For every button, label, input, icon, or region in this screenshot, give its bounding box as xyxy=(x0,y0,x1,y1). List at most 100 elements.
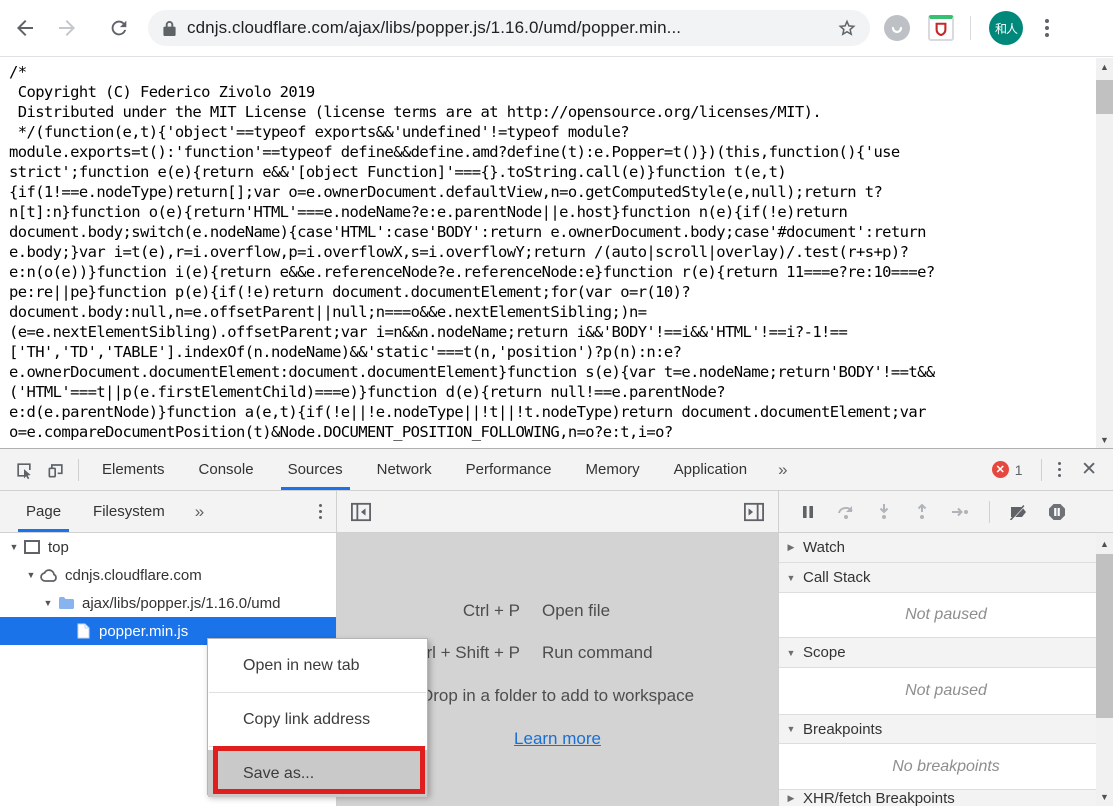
sidebar-scrollbar-thumb[interactable] xyxy=(1096,554,1113,718)
navigator-tab-filesystem[interactable]: Filesystem xyxy=(77,491,181,532)
inspect-cursor-icon xyxy=(14,460,34,480)
device-toolbar-icon xyxy=(46,460,66,480)
tree-row-folder[interactable]: ▼ ajax/libs/popper.js/1.16.0/umd xyxy=(0,589,336,617)
cloud-icon xyxy=(39,569,59,582)
tab-elements[interactable]: Elements xyxy=(85,449,182,490)
tab-performance[interactable]: Performance xyxy=(449,449,569,490)
breakpoints-status: No breakpoints xyxy=(779,744,1113,790)
hide-debugger-button[interactable] xyxy=(738,498,770,526)
tab-application[interactable]: Application xyxy=(657,449,764,490)
menu-item-save-as[interactable]: Save as... xyxy=(208,750,427,797)
section-breakpoints[interactable]: ▼ Breakpoints xyxy=(779,715,1113,744)
sidebar-scrollbar[interactable]: ▲ ▼ xyxy=(1096,533,1113,806)
section-call-stack[interactable]: ▼ Call Stack xyxy=(779,563,1113,593)
refresh-button[interactable] xyxy=(102,11,136,45)
menu-item-copy-link-address[interactable]: Copy link address xyxy=(208,693,427,746)
page-scrollbar[interactable]: ▲ ▼ xyxy=(1096,58,1113,448)
tabbar-divider xyxy=(78,459,79,481)
menu-item-open-in-new-tab[interactable]: Open in new tab xyxy=(208,639,427,692)
shortcut-open-file: Ctrl + P Open file xyxy=(337,601,778,621)
menu-divider xyxy=(209,746,426,747)
pause-script-button[interactable] xyxy=(793,498,823,526)
devtools-panel: Elements Console Sources Network Perform… xyxy=(0,448,1113,806)
debug-toolbar-divider xyxy=(989,501,990,523)
shortcut-action: Run command xyxy=(542,643,653,663)
navigator-menu-button[interactable] xyxy=(309,500,333,524)
folder-icon xyxy=(56,596,76,610)
error-badge-icon[interactable]: ✕ xyxy=(992,461,1009,478)
tab-sources[interactable]: Sources xyxy=(271,449,360,490)
devtools-second-row: Page Filesystem » xyxy=(0,491,1113,533)
debugger-toolbar xyxy=(778,491,1113,533)
url-bar[interactable]: cdnjs.cloudflare.com/ajax/libs/popper.js… xyxy=(148,10,870,46)
red-shield-extension-icon xyxy=(928,15,954,41)
expand-arrow-icon[interactable]: ▼ xyxy=(23,570,39,580)
tree-row-domain[interactable]: ▼ cdnjs.cloudflare.com xyxy=(0,561,336,589)
toolbar-divider xyxy=(970,16,971,40)
expand-arrow-icon[interactable]: ▼ xyxy=(40,598,56,608)
error-count[interactable]: 1 xyxy=(1015,462,1023,478)
panel-expand-right-icon xyxy=(743,502,765,522)
tabbar-right-controls: ✕ 1 ✕ xyxy=(992,458,1113,482)
url-text[interactable]: cdnjs.cloudflare.com/ajax/libs/popper.js… xyxy=(187,18,836,38)
deactivate-breakpoints-icon xyxy=(1009,504,1029,520)
tab-memory[interactable]: Memory xyxy=(569,449,657,490)
step-out-icon xyxy=(915,504,929,520)
tab-network[interactable]: Network xyxy=(360,449,449,490)
navigator-more-tabs-button[interactable]: » xyxy=(181,502,218,522)
step-icon xyxy=(951,506,969,518)
step-into-icon xyxy=(877,504,891,520)
extension-button-1[interactable] xyxy=(882,13,912,43)
lock-icon xyxy=(162,20,177,37)
shortcut-action: Open file xyxy=(542,601,610,621)
pause-on-exceptions-button[interactable] xyxy=(1042,498,1072,526)
navigator-header: Page Filesystem » xyxy=(0,491,337,533)
section-scope[interactable]: ▼ Scope xyxy=(779,638,1113,668)
expanded-arrow-icon: ▼ xyxy=(779,573,803,583)
extensions-area: 和人 xyxy=(882,11,1055,45)
scroll-up-arrow-icon[interactable]: ▲ xyxy=(1096,535,1113,552)
devtools-tabbar: Elements Console Sources Network Perform… xyxy=(0,449,1113,491)
devtools-menu-button[interactable] xyxy=(1048,458,1072,482)
scroll-down-arrow-icon[interactable]: ▼ xyxy=(1096,431,1113,448)
forward-button[interactable] xyxy=(50,11,84,45)
scroll-down-arrow-icon[interactable]: ▼ xyxy=(1096,788,1113,805)
extension-button-2[interactable] xyxy=(926,13,956,43)
tab-console[interactable]: Console xyxy=(182,449,271,490)
gray-extension-icon xyxy=(884,15,910,41)
editor-toolbar xyxy=(337,491,778,533)
step-out-button[interactable] xyxy=(907,498,937,526)
bookmark-star-icon[interactable] xyxy=(836,17,858,39)
minified-source-code: /* Copyright (C) Federico Zivolo 2019 Di… xyxy=(9,62,1093,442)
scope-status: Not paused xyxy=(779,668,1113,715)
step-over-button[interactable] xyxy=(831,498,861,526)
browser-menu-button[interactable] xyxy=(1039,13,1055,43)
page-content: /* Copyright (C) Federico Zivolo 2019 Di… xyxy=(0,58,1113,448)
collapsed-arrow-icon: ▶ xyxy=(779,542,803,553)
back-button[interactable] xyxy=(8,11,42,45)
inspect-element-button[interactable] xyxy=(8,456,40,484)
expanded-arrow-icon: ▼ xyxy=(779,724,803,734)
forward-arrow-icon xyxy=(55,16,79,40)
profile-avatar[interactable]: 和人 xyxy=(989,11,1023,45)
scroll-up-arrow-icon[interactable]: ▲ xyxy=(1096,58,1113,75)
navigator-tab-page[interactable]: Page xyxy=(10,491,77,532)
hide-navigator-button[interactable] xyxy=(345,498,377,526)
page-scrollbar-thumb[interactable] xyxy=(1096,80,1113,114)
devtools-close-button[interactable]: ✕ xyxy=(1071,458,1113,481)
deactivate-breakpoints-button[interactable] xyxy=(1004,498,1034,526)
shortcut-keys: Ctrl + P xyxy=(337,601,542,621)
learn-more-link[interactable]: Learn more xyxy=(514,729,601,748)
debugger-sidebar: ▶ Watch ▼ Call Stack Not paused ▼ Scope … xyxy=(778,533,1113,806)
tree-row-top-frame[interactable]: ▼ top xyxy=(0,533,336,561)
screen: cdnjs.cloudflare.com/ajax/libs/popper.js… xyxy=(0,0,1113,806)
more-tabs-button[interactable]: » xyxy=(764,460,801,480)
device-toolbar-button[interactable] xyxy=(40,456,72,484)
call-stack-status: Not paused xyxy=(779,593,1113,638)
section-xhr-breakpoints[interactable]: ▶ XHR/fetch Breakpoints xyxy=(779,790,1113,806)
refresh-icon xyxy=(108,17,130,39)
step-into-button[interactable] xyxy=(869,498,899,526)
expand-arrow-icon[interactable]: ▼ xyxy=(6,542,22,552)
step-button[interactable] xyxy=(945,498,975,526)
section-watch[interactable]: ▶ Watch xyxy=(779,533,1113,563)
